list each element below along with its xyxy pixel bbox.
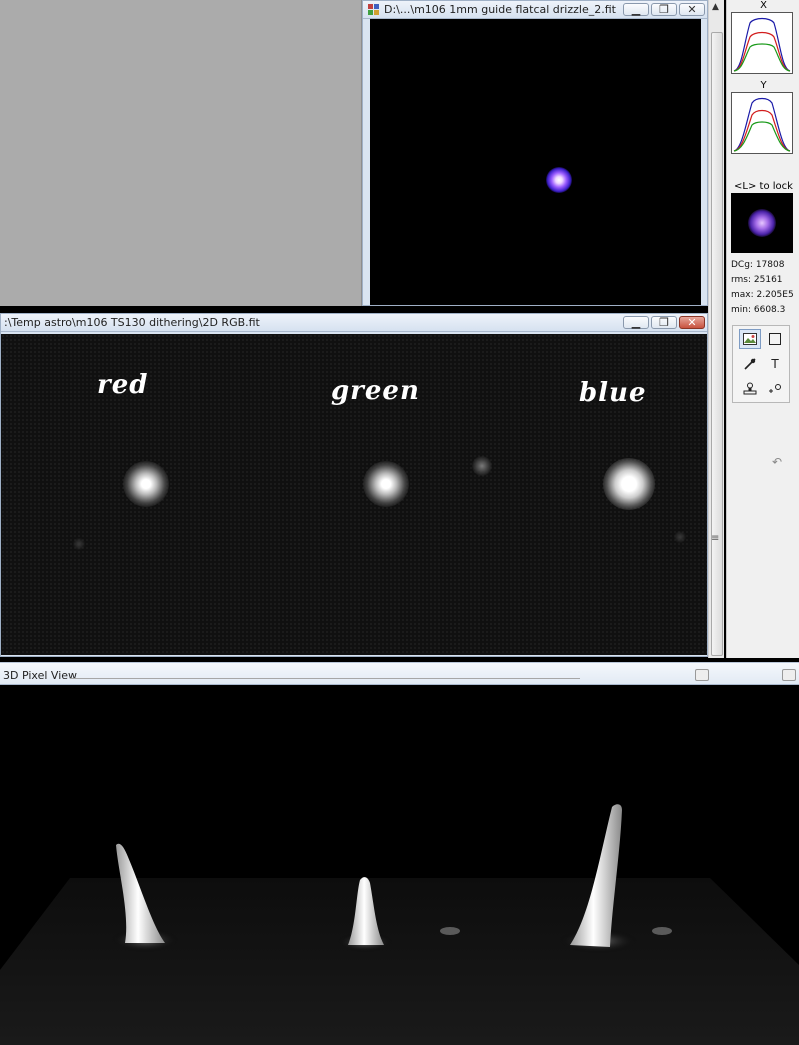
stat-max: max: 2.205E5 — [731, 290, 794, 300]
image-tool-icon[interactable] — [739, 329, 761, 349]
stat-min: min: 6608.3 — [731, 305, 786, 315]
maximize-button[interactable]: ❐ — [651, 316, 677, 329]
label-green: green — [331, 376, 420, 406]
surface-floor — [0, 878, 799, 1045]
rgb-window-title: :\Temp astro\m106 TS130 dithering\2D RGB… — [4, 316, 260, 329]
scrollbar-thumb[interactable] — [711, 32, 723, 656]
stamp-tool-icon[interactable] — [739, 379, 761, 399]
3d-view-titlebar[interactable]: 3D Pixel View — [0, 662, 799, 685]
label-red: red — [97, 370, 149, 400]
close-button[interactable]: ✕ — [679, 316, 705, 329]
close-icon: ✕ — [687, 316, 697, 329]
rgb-image-window[interactable]: :\Temp astro\m106 TS130 dithering\2D RGB… — [0, 313, 708, 657]
minimize-button[interactable]: ▁ — [623, 316, 649, 329]
star-marker-tool-icon[interactable] — [764, 379, 786, 399]
faint-star — [73, 538, 85, 550]
green-star — [363, 461, 409, 507]
rectangle-tool-icon[interactable] — [764, 329, 786, 349]
y-profile-graph — [731, 92, 793, 154]
scroll-grip-icon: ≡ — [711, 533, 720, 544]
x-profile-label: X — [760, 0, 767, 11]
thumbnail-star — [748, 209, 776, 237]
drizzle-image-canvas[interactable] — [370, 19, 701, 305]
red-star — [123, 461, 169, 507]
minimize-button[interactable]: ▁ — [623, 3, 649, 16]
maximize-icon: ❐ — [659, 3, 669, 16]
small-peak — [440, 927, 460, 935]
app-icon — [367, 3, 381, 17]
y-profile-label: Y — [760, 80, 767, 91]
drizzle-image-window[interactable]: D:\...\m106 1mm guide flatcal drizzle_2.… — [362, 0, 708, 306]
tool-palette: T — [732, 325, 790, 403]
mdi-background — [0, 0, 362, 306]
undo-icon[interactable]: ↶ — [772, 455, 782, 469]
text-tool-icon[interactable]: T — [764, 354, 786, 374]
3d-pixel-view-window[interactable]: 3D Pixel View — [0, 658, 799, 1045]
rgb-image-canvas[interactable]: red green blue — [1, 334, 707, 655]
faint-star — [674, 531, 686, 543]
faint-star — [472, 456, 492, 476]
small-peak — [652, 927, 672, 935]
maximize-icon: ❐ — [659, 316, 669, 329]
resize-handle[interactable] — [695, 669, 709, 681]
stat-rms: rms: 25161 — [731, 275, 783, 285]
lock-hint: <L> to lock — [734, 181, 793, 192]
vertical-scrollbar[interactable]: ▲ ≡ — [708, 0, 724, 658]
close-button[interactable]: ✕ — [679, 3, 705, 16]
horizontal-scroll-track[interactable] — [70, 671, 580, 679]
drizzle-window-title: D:\...\m106 1mm guide flatcal drizzle_2.… — [384, 3, 616, 16]
drizzle-window-titlebar[interactable]: D:\...\m106 1mm guide flatcal drizzle_2.… — [363, 1, 707, 19]
label-blue: blue — [579, 378, 647, 408]
pin-tool-icon[interactable] — [739, 354, 761, 374]
minimize-icon: ▁ — [631, 3, 641, 16]
close-icon: ✕ — [687, 3, 697, 16]
info-sidebar: X Y <L> to lock DCg: 17808 rms: 25161 ma… — [726, 0, 799, 658]
3d-surface-plot[interactable] — [0, 685, 799, 1045]
star-image — [546, 167, 572, 193]
x-profile-graph — [731, 12, 793, 74]
minimize-icon: ▁ — [631, 316, 641, 329]
blue-star — [603, 458, 655, 510]
scroll-up-icon[interactable]: ▲ — [712, 2, 719, 12]
restore-button[interactable] — [782, 669, 796, 681]
rgb-window-titlebar[interactable]: :\Temp astro\m106 TS130 dithering\2D RGB… — [1, 314, 707, 332]
star-thumbnail — [731, 193, 793, 253]
maximize-button[interactable]: ❐ — [651, 3, 677, 16]
stat-dcg: DCg: 17808 — [731, 260, 785, 270]
